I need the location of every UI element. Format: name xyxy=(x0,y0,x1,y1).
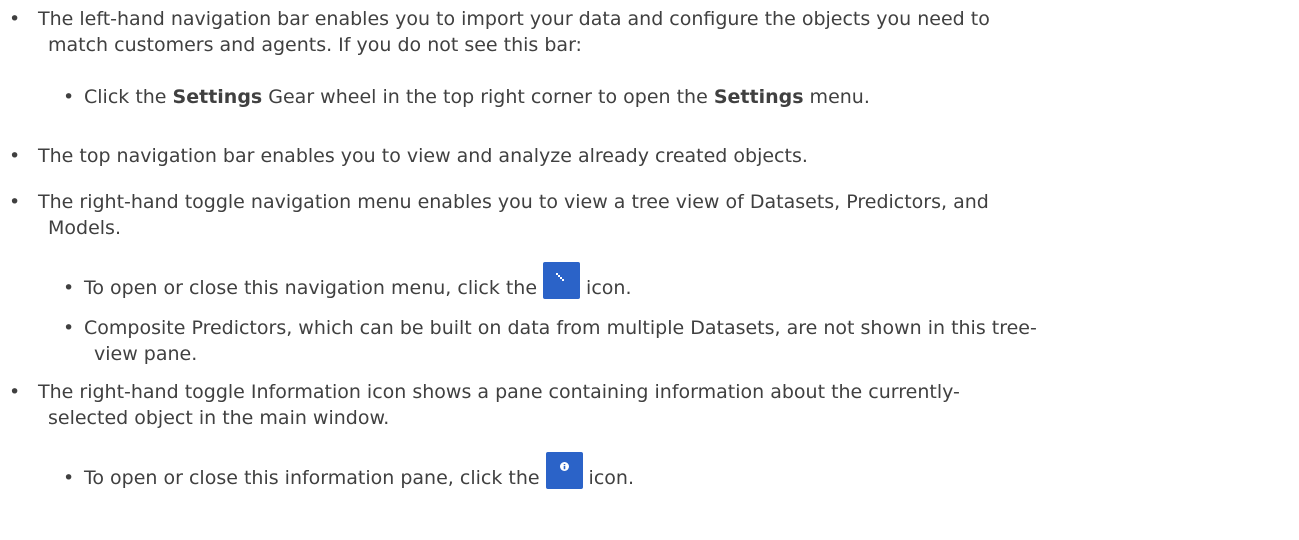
text-segment: Click the xyxy=(84,86,173,108)
list-item-composite: • Composite Predictors, which can be bui… xyxy=(63,315,1037,367)
list-item-info-pane: • The right-hand toggle Information icon… xyxy=(9,379,960,431)
bullet: • xyxy=(63,86,75,108)
text-line: selected object in the main window. xyxy=(48,407,390,429)
text-segment: icon. xyxy=(588,467,634,489)
text-line: The right-hand toggle navigation menu en… xyxy=(38,191,989,213)
bullet: • xyxy=(9,8,21,30)
text-line: view pane. xyxy=(94,343,198,365)
text-segment: To open or close this navigation menu, c… xyxy=(84,277,538,299)
settings-label: Settings xyxy=(713,86,804,108)
text-line: To open or close this navigation menu, c… xyxy=(84,262,632,301)
text-line: Composite Predictors, which can be built… xyxy=(84,317,1037,339)
list-item-tree-view: • The right-hand toggle navigation menu … xyxy=(9,189,989,241)
text-line: To open or close this information pane, … xyxy=(84,452,634,491)
info-glyph xyxy=(559,462,569,471)
bullet: • xyxy=(63,277,75,299)
bullet: • xyxy=(9,145,21,167)
bullet: • xyxy=(63,467,75,489)
bullet: • xyxy=(9,381,21,403)
tree-toggle-icon[interactable] xyxy=(543,262,581,299)
text-segment: Gear wheel in the top right corner to op… xyxy=(262,86,714,108)
tree-toggle-glyph xyxy=(556,273,565,281)
document: • The left-hand navigation bar enables y… xyxy=(0,0,1299,540)
text-line: Models. xyxy=(48,217,121,239)
text-line: The right-hand toggle Information icon s… xyxy=(38,381,960,403)
bullet: • xyxy=(63,317,75,339)
info-icon[interactable] xyxy=(545,452,583,489)
text-line: match customers and agents. If you do no… xyxy=(48,34,582,56)
list-item-left-nav: • The left-hand navigation bar enables y… xyxy=(9,6,990,58)
list-item-open-info: • To open or close this information pane… xyxy=(63,452,634,491)
text-line: Click the Settings Gear wheel in the top… xyxy=(84,84,870,110)
list-item-settings: • Click the Settings Gear wheel in the t… xyxy=(63,84,870,110)
text-segment: To open or close this information pane, … xyxy=(84,467,540,489)
settings-label: Settings xyxy=(172,86,263,108)
text-line: The top navigation bar enables you to vi… xyxy=(38,145,808,167)
text-segment: menu. xyxy=(803,86,870,108)
list-item-open-tree: • To open or close this navigation menu,… xyxy=(63,262,632,301)
text-segment: icon. xyxy=(586,277,632,299)
text-line: The left-hand navigation bar enables you… xyxy=(38,8,990,30)
bullet: • xyxy=(9,191,21,213)
list-item-top-nav: • The top navigation bar enables you to … xyxy=(9,143,808,169)
